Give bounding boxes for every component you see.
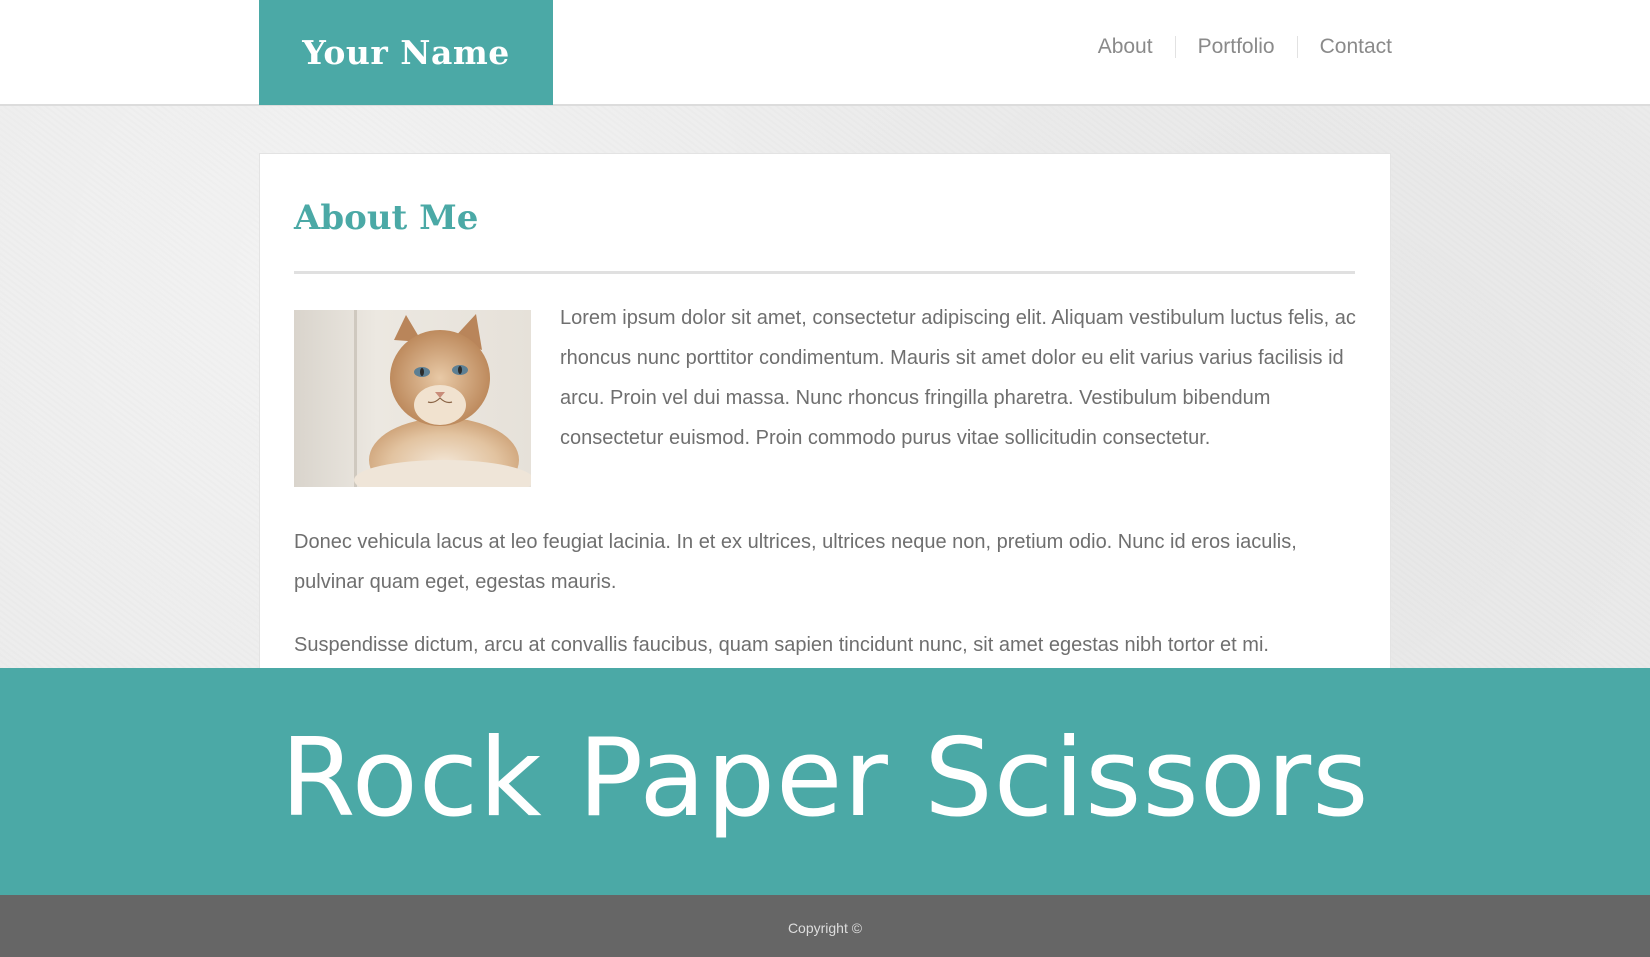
logo[interactable]: Your Name bbox=[259, 0, 553, 105]
about-paragraph-1: Lorem ipsum dolor sit amet, consectetur … bbox=[560, 307, 1356, 449]
site-header: Your Name About Portfolio Contact bbox=[0, 0, 1650, 106]
page-title: About Me bbox=[294, 198, 479, 238]
site-footer: Copyright © bbox=[0, 895, 1650, 957]
logo-text: Your Name bbox=[302, 33, 510, 72]
nav-item-about[interactable]: About bbox=[1076, 35, 1175, 59]
banner-title: Rock Paper Scissors bbox=[280, 716, 1370, 841]
title-banner: Rock Paper Scissors bbox=[0, 668, 1650, 895]
about-paragraph-3: Suspendisse dictum, arcu at convallis fa… bbox=[294, 634, 1269, 656]
about-paragraph-2: Donec vehicula lacus at leo feugiat laci… bbox=[294, 531, 1297, 593]
nav-item-portfolio[interactable]: Portfolio bbox=[1176, 35, 1297, 59]
content-card: About Me Lorem ipsum dolor sit amet, con… bbox=[259, 153, 1391, 683]
main-nav: About Portfolio Contact bbox=[1076, 35, 1392, 59]
cat-photo bbox=[294, 310, 531, 487]
copyright-text: Copyright © bbox=[787, 920, 863, 936]
nav-item-contact[interactable]: Contact bbox=[1298, 35, 1392, 59]
title-divider bbox=[294, 271, 1355, 274]
